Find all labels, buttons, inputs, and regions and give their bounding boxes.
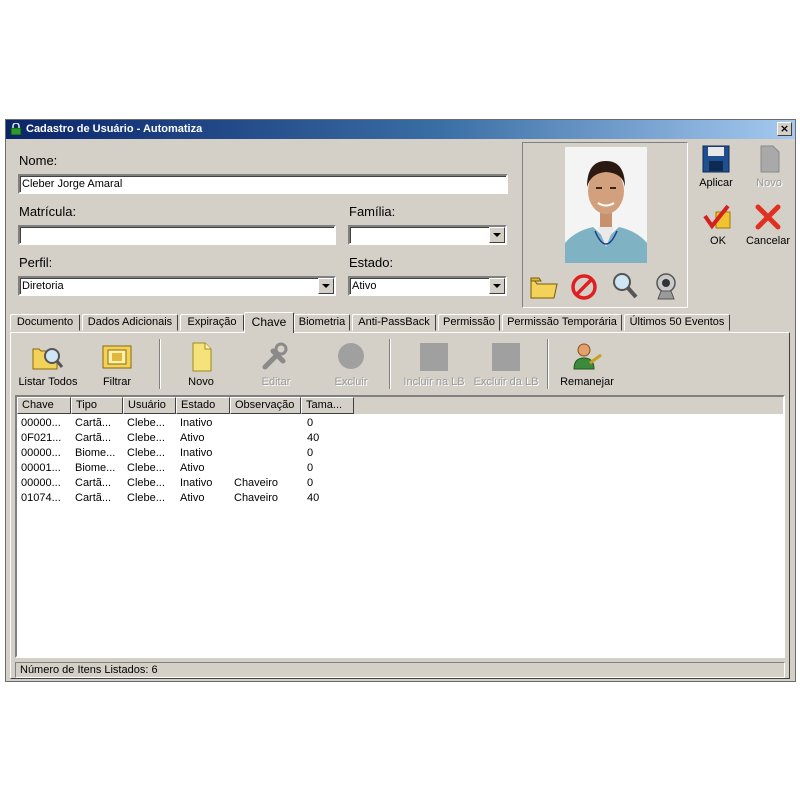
- filter-icon: [102, 345, 132, 369]
- status-bar: Número de Itens Listados: 6: [15, 662, 785, 678]
- remanejar-button[interactable]: Remanejar: [559, 341, 615, 388]
- photo-panel: [522, 142, 688, 308]
- matricula-label: Matrícula:: [19, 204, 77, 219]
- tab-dados-adicionais[interactable]: Dados Adicionais: [82, 314, 178, 331]
- toolbar-separator: [389, 339, 391, 389]
- nome-label: Nome:: [19, 153, 58, 168]
- column-header-tipo[interactable]: Tipo: [71, 397, 123, 414]
- excluir-button[interactable]: Excluir: [331, 341, 371, 388]
- app-lock-icon: [10, 123, 22, 135]
- reassign-user-icon: [573, 343, 602, 370]
- keys-table[interactable]: Chave Tipo Usuário Estado Observação Tam…: [15, 395, 785, 658]
- table-row[interactable]: 00000... Biome... Clebe... Inativo 0: [17, 446, 783, 461]
- table-header: Chave Tipo Usuário Estado Observação Tam…: [17, 397, 783, 414]
- column-header-observacao[interactable]: Observação: [230, 397, 301, 414]
- excluir-lb-button[interactable]: Excluir da LB: [473, 341, 539, 388]
- chevron-down-icon[interactable]: [489, 227, 505, 243]
- tab-permissao-temporaria[interactable]: Permissão Temporária: [502, 314, 622, 331]
- table-row[interactable]: 00001... Biome... Clebe... Ativo 0: [17, 461, 783, 476]
- column-header-usuario[interactable]: Usuário: [123, 397, 176, 414]
- estado-value: Ativo: [352, 280, 377, 292]
- save-disk-icon: [702, 145, 730, 173]
- estado-select[interactable]: Ativo: [348, 276, 507, 296]
- user-registration-window: Cadastro de Usuário - Automatiza × Nome:…: [5, 119, 796, 682]
- new-file-icon: [192, 342, 212, 372]
- ok-button[interactable]: OK: [698, 202, 738, 247]
- column-header-estado[interactable]: Estado: [176, 397, 230, 414]
- tab-chave[interactable]: Chave: [244, 312, 294, 333]
- table-row[interactable]: 00000... Cartã... Clebe... Inativo 0: [17, 416, 783, 431]
- incluir-lb-button[interactable]: Incluir na LB: [401, 341, 467, 388]
- ok-check-icon: [703, 204, 731, 230]
- tab-strip: Documento Dados Adicionais Expiração Cha…: [10, 312, 790, 333]
- zoom-photo-icon[interactable]: [611, 271, 639, 301]
- title-bar[interactable]: Cadastro de Usuário - Automatiza ×: [6, 120, 795, 139]
- tab-biometria[interactable]: Biometria: [294, 314, 350, 331]
- toolbar-separator: [159, 339, 161, 389]
- nome-input[interactable]: [20, 176, 506, 192]
- familia-label: Família:: [349, 204, 396, 219]
- aplicar-button[interactable]: Aplicar: [696, 144, 736, 189]
- editar-button[interactable]: Editar: [256, 341, 296, 388]
- toolbar-separator: [547, 339, 549, 389]
- edit-tools-icon: [262, 342, 288, 370]
- tab-anti-passback[interactable]: Anti-PassBack: [352, 314, 436, 331]
- novo-chave-button[interactable]: Novo: [181, 341, 221, 388]
- matricula-input[interactable]: [20, 227, 334, 243]
- table-row[interactable]: 0F021... Cartã... Clebe... Ativo 40: [17, 431, 783, 446]
- perfil-value: Diretoria: [22, 280, 64, 292]
- column-header-tamanho[interactable]: Tama...: [301, 397, 354, 414]
- window-title: Cadastro de Usuário - Automatiza: [26, 123, 203, 135]
- cancel-x-icon: [755, 204, 781, 230]
- webcam-icon[interactable]: [651, 271, 681, 301]
- filtrar-button[interactable]: Filtrar: [95, 341, 139, 388]
- listar-todos-button[interactable]: Listar Todos: [15, 341, 81, 388]
- perfil-label: Perfil:: [19, 255, 53, 270]
- tab-expiracao[interactable]: Expiração: [180, 314, 244, 331]
- delete-circle-icon: [338, 343, 364, 369]
- cancelar-button[interactable]: Cancelar: [744, 202, 792, 247]
- table-row[interactable]: 00000... Cartã... Clebe... Inativo Chave…: [17, 476, 783, 491]
- chevron-down-icon[interactable]: [318, 278, 334, 294]
- tab-documento[interactable]: Documento: [10, 314, 80, 331]
- tab-ultimos-50-eventos[interactable]: Últimos 50 Eventos: [624, 314, 730, 331]
- list-all-folder-icon: [32, 348, 64, 370]
- novo-user-button[interactable]: Novo: [749, 144, 789, 189]
- chevron-down-icon[interactable]: [489, 278, 505, 294]
- table-row[interactable]: 01074... Cartã... Clebe... Ativo Chaveir…: [17, 491, 783, 506]
- include-lb-icon: [420, 343, 448, 371]
- exclude-lb-icon: [492, 343, 520, 371]
- column-header-chave[interactable]: Chave: [17, 397, 71, 414]
- close-button[interactable]: ×: [777, 122, 792, 136]
- estado-label: Estado:: [349, 255, 394, 270]
- matricula-field[interactable]: [18, 225, 336, 245]
- open-folder-icon[interactable]: [529, 273, 559, 301]
- remove-photo-icon[interactable]: [570, 273, 598, 301]
- user-photo: [565, 147, 647, 263]
- familia-select[interactable]: [348, 225, 507, 245]
- perfil-select[interactable]: Diretoria: [18, 276, 336, 296]
- new-document-icon: [760, 145, 780, 173]
- chave-tab-panel: Listar Todos Filtrar Novo Editar Excluir…: [10, 332, 790, 679]
- nome-field[interactable]: [18, 174, 508, 194]
- tab-permissao[interactable]: Permissão: [438, 314, 500, 331]
